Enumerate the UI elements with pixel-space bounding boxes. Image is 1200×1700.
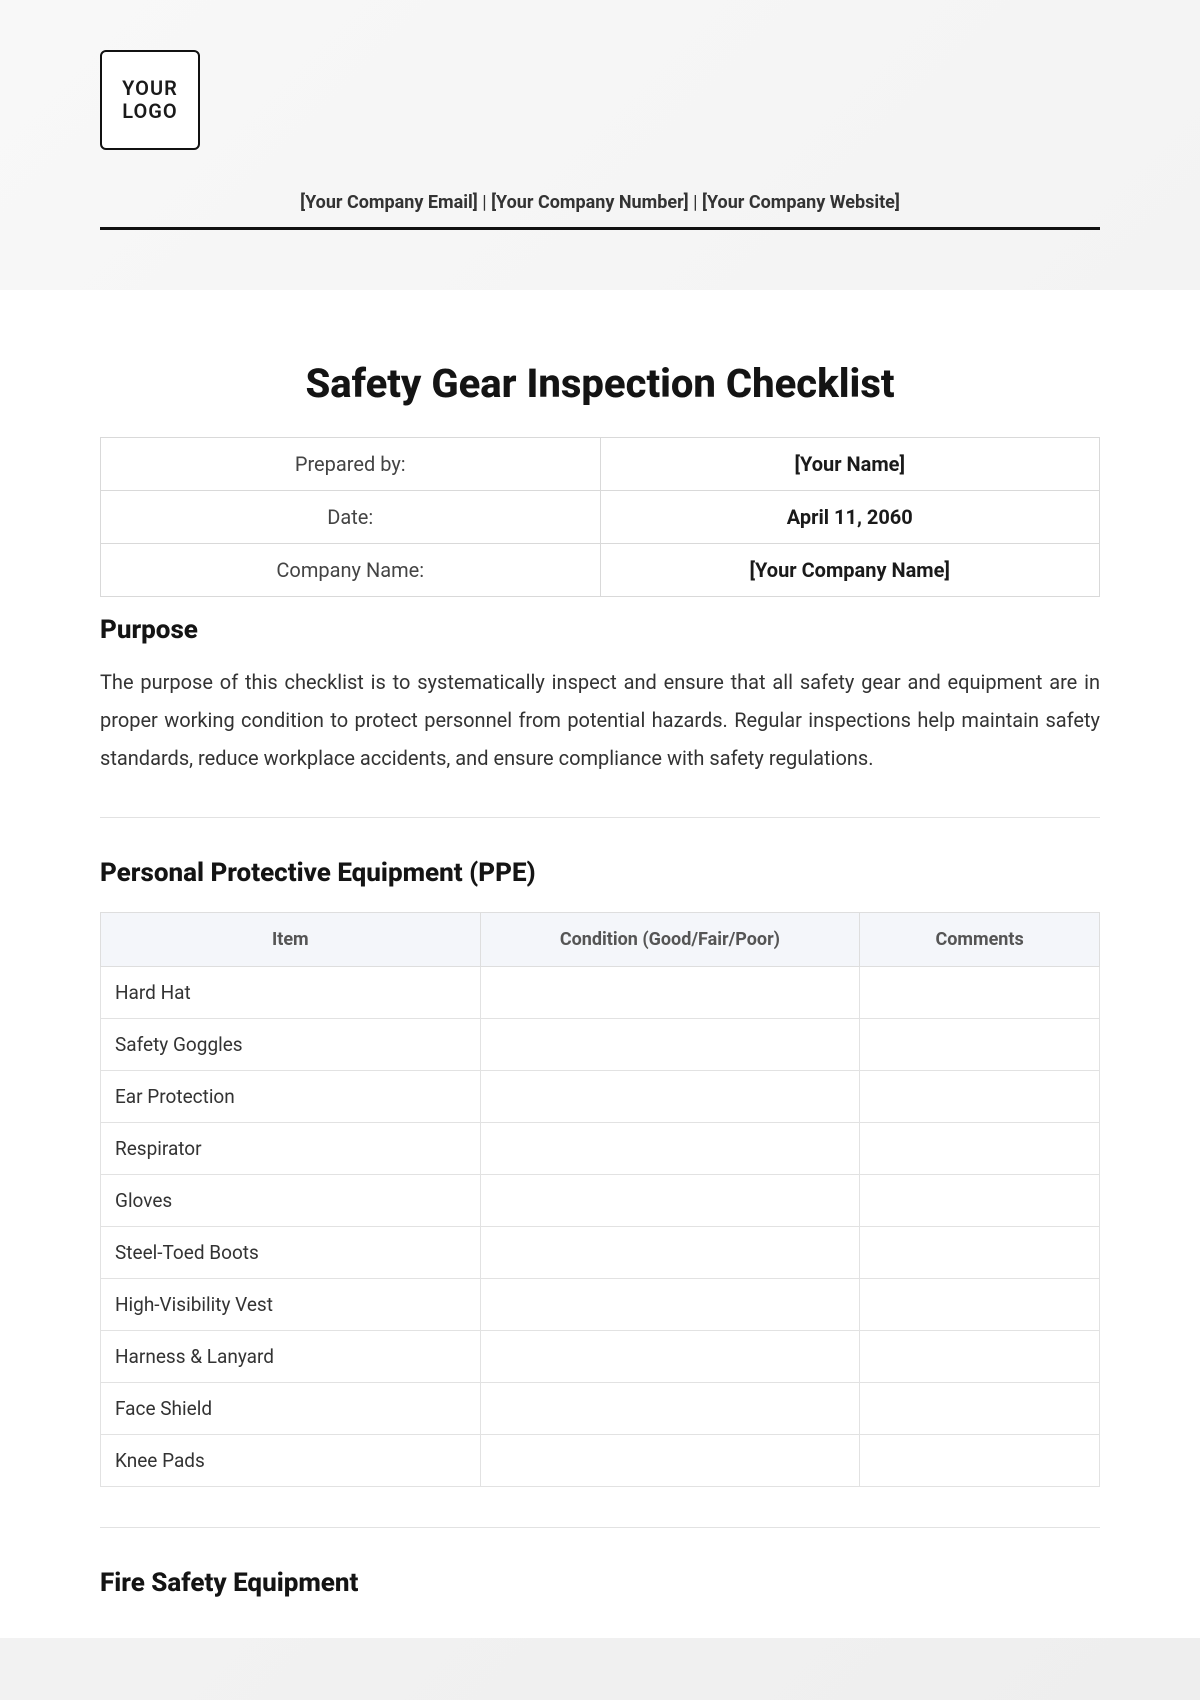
table-header-row: Item Condition (Good/Fair/Poor) Comments [101, 913, 1100, 967]
ppe-comments-cell[interactable] [860, 1071, 1100, 1123]
document-title: Safety Gear Inspection Checklist [100, 290, 1100, 437]
ppe-condition-cell[interactable] [480, 1227, 860, 1279]
ppe-comments-cell[interactable] [860, 1175, 1100, 1227]
ppe-condition-cell[interactable] [480, 1071, 860, 1123]
purpose-text: The purpose of this checklist is to syst… [100, 663, 1100, 777]
ppe-item-name: Knee Pads [101, 1435, 481, 1487]
info-table: Prepared by: [Your Name] Date: April 11,… [100, 437, 1100, 597]
table-row: Gloves [101, 1175, 1100, 1227]
col-condition: Condition (Good/Fair/Poor) [480, 913, 860, 967]
ppe-comments-cell[interactable] [860, 1279, 1100, 1331]
table-row: Respirator [101, 1123, 1100, 1175]
table-row: Prepared by: [Your Name] [101, 438, 1100, 491]
header-divider [100, 227, 1100, 230]
table-row: Ear Protection [101, 1071, 1100, 1123]
company-contact-line: [Your Company Email] | [Your Company Num… [100, 192, 1100, 227]
ppe-condition-cell[interactable] [480, 1175, 860, 1227]
col-comments: Comments [860, 913, 1100, 967]
ppe-item-name: High-Visibility Vest [101, 1279, 481, 1331]
ppe-comments-cell[interactable] [860, 1123, 1100, 1175]
ppe-condition-cell[interactable] [480, 1123, 860, 1175]
ppe-item-name: Safety Goggles [101, 1019, 481, 1071]
ppe-comments-cell[interactable] [860, 967, 1100, 1019]
ppe-table: Item Condition (Good/Fair/Poor) Comments… [100, 912, 1100, 1487]
company-number: [Your Company Number] [491, 192, 689, 213]
ppe-condition-cell[interactable] [480, 967, 860, 1019]
date-label: Date: [101, 491, 601, 544]
ppe-comments-cell[interactable] [860, 1383, 1100, 1435]
logo-line-1: YOUR [122, 76, 178, 100]
ppe-heading: Personal Protective Equipment (PPE) [100, 858, 1100, 888]
company-email: [Your Company Email] [300, 192, 478, 213]
logo-text: YOUR LOGO [122, 77, 178, 123]
table-row: Date: April 11, 2060 [101, 491, 1100, 544]
page-root: YOUR LOGO [Your Company Email] | [Your C… [0, 0, 1200, 1700]
prepared-by-value: [Your Name] [600, 438, 1100, 491]
logo-placeholder: YOUR LOGO [100, 50, 200, 150]
ppe-item-name: Steel-Toed Boots [101, 1227, 481, 1279]
ppe-condition-cell[interactable] [480, 1331, 860, 1383]
company-website: [Your Company Website] [702, 192, 900, 213]
date-value: April 11, 2060 [600, 491, 1100, 544]
col-item: Item [101, 913, 481, 967]
table-row: Company Name: [Your Company Name] [101, 544, 1100, 597]
table-row: Harness & Lanyard [101, 1331, 1100, 1383]
logo-line-2: LOGO [122, 99, 177, 123]
ppe-item-name: Respirator [101, 1123, 481, 1175]
table-row: Hard Hat [101, 967, 1100, 1019]
ppe-item-name: Hard Hat [101, 967, 481, 1019]
ppe-comments-cell[interactable] [860, 1227, 1100, 1279]
table-row: Safety Goggles [101, 1019, 1100, 1071]
ppe-comments-cell[interactable] [860, 1019, 1100, 1071]
ppe-item-name: Face Shield [101, 1383, 481, 1435]
table-row: Face Shield [101, 1383, 1100, 1435]
table-row: High-Visibility Vest [101, 1279, 1100, 1331]
ppe-item-name: Ear Protection [101, 1071, 481, 1123]
ppe-condition-cell[interactable] [480, 1279, 860, 1331]
company-name-value: [Your Company Name] [600, 544, 1100, 597]
fire-safety-heading: Fire Safety Equipment [100, 1568, 1100, 1598]
section-divider [100, 817, 1100, 818]
ppe-condition-cell[interactable] [480, 1435, 860, 1487]
table-row: Knee Pads [101, 1435, 1100, 1487]
prepared-by-label: Prepared by: [101, 438, 601, 491]
document-content: Safety Gear Inspection Checklist Prepare… [0, 290, 1200, 1638]
header: YOUR LOGO [Your Company Email] | [Your C… [0, 0, 1200, 227]
ppe-condition-cell[interactable] [480, 1019, 860, 1071]
company-name-label: Company Name: [101, 544, 601, 597]
table-row: Steel-Toed Boots [101, 1227, 1100, 1279]
ppe-item-name: Harness & Lanyard [101, 1331, 481, 1383]
ppe-comments-cell[interactable] [860, 1435, 1100, 1487]
purpose-heading: Purpose [100, 615, 1100, 645]
ppe-condition-cell[interactable] [480, 1383, 860, 1435]
ppe-comments-cell[interactable] [860, 1331, 1100, 1383]
ppe-item-name: Gloves [101, 1175, 481, 1227]
section-divider [100, 1527, 1100, 1528]
